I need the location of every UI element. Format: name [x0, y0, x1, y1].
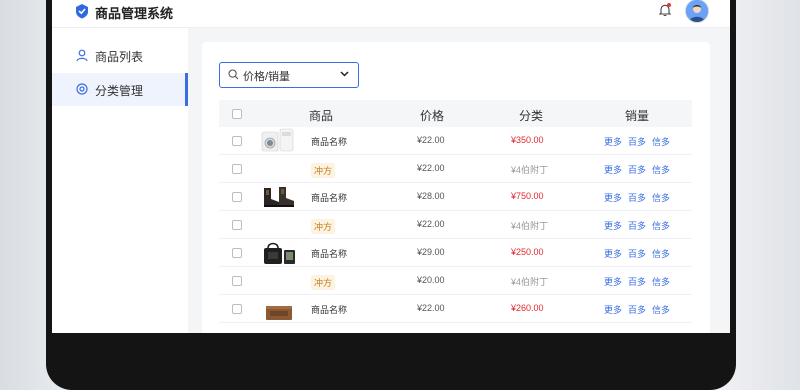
- bag-thumbnail: [264, 242, 295, 264]
- product-price: ¥20.00: [417, 275, 445, 285]
- main-panel: 价格/销量 商品 价格 分类 销量 商品名称 ¥22.00 ¥350.00 更多…: [202, 42, 710, 333]
- action-more-link[interactable]: 更多: [604, 275, 622, 288]
- product-category-value: ¥260.00: [511, 303, 544, 313]
- search-icon: [228, 69, 239, 80]
- app-screen: 商品管理系统 商品列表 分类管理 价格/销量 商品 价格 分类 销量 商品名称 …: [52, 0, 730, 333]
- action-link-3[interactable]: 信多: [652, 219, 670, 232]
- product-category-value: ¥750.00: [511, 191, 544, 201]
- logo-icon: [76, 4, 88, 19]
- row-checkbox[interactable]: [232, 248, 242, 258]
- sort-select-value: 价格/销量: [243, 71, 291, 83]
- select-all-checkbox[interactable]: [232, 109, 242, 119]
- action-more-link[interactable]: 更多: [604, 163, 622, 176]
- washing-machine-thumbnail: [261, 128, 294, 152]
- sidebar: 商品列表 分类管理: [52, 28, 188, 333]
- sort-select[interactable]: 价格/销量: [219, 62, 359, 88]
- product-category-value: ¥350.00: [511, 135, 544, 145]
- product-price: ¥22.00: [417, 303, 445, 313]
- action-more-link[interactable]: 更多: [604, 247, 622, 260]
- product-name: 商品名称: [311, 193, 348, 203]
- action-link-3[interactable]: 信多: [652, 247, 670, 260]
- action-link-2[interactable]: 百多: [628, 247, 646, 260]
- table-row: 冲方 ¥22.00 ¥4伯附丁 更多 百多 信多: [219, 211, 692, 239]
- product-category-value: ¥4伯附丁: [511, 165, 549, 175]
- avatar-person-icon: [686, 0, 708, 22]
- action-link-3[interactable]: 信多: [652, 191, 670, 204]
- product-price: ¥22.00: [417, 163, 445, 173]
- top-header: 商品管理系统: [52, 0, 730, 28]
- product-category-value: ¥4伯附丁: [511, 221, 549, 231]
- header-price: 价格: [420, 109, 445, 123]
- app-title: 商品管理系统: [95, 6, 174, 21]
- table-row: 商品名称 ¥29.00 ¥250.00 更多 百多 信多: [219, 239, 692, 267]
- action-link-2[interactable]: 百多: [628, 135, 646, 148]
- product-name: 商品名称: [311, 305, 348, 315]
- action-link-2[interactable]: 百多: [628, 303, 646, 316]
- action-more-link[interactable]: 更多: [604, 303, 622, 316]
- table-row: 商品名称 ¥22.00 ¥260.00 更多 百多 信多: [219, 295, 692, 323]
- action-link-3[interactable]: 信多: [652, 135, 670, 148]
- user-icon: [76, 49, 88, 62]
- sidebar-item-label: 商品列表: [95, 50, 144, 64]
- circle-target-icon: [76, 83, 88, 95]
- product-tag: 冲方: [311, 219, 336, 234]
- row-checkbox[interactable]: [232, 192, 242, 202]
- row-checkbox[interactable]: [232, 220, 242, 230]
- chevron-down-icon: [340, 71, 349, 77]
- product-tag: 冲方: [311, 163, 336, 178]
- product-table: 商品 价格 分类 销量 商品名称 ¥22.00 ¥350.00 更多 百多 信多…: [219, 100, 692, 323]
- sidebar-item-label: 分类管理: [95, 84, 144, 98]
- row-checkbox[interactable]: [232, 136, 242, 146]
- sidebar-item-product-list[interactable]: 商品列表: [52, 39, 188, 72]
- action-link-2[interactable]: 百多: [628, 275, 646, 288]
- action-link-2[interactable]: 百多: [628, 219, 646, 232]
- row-checkbox[interactable]: [232, 164, 242, 174]
- product-price: ¥22.00: [417, 135, 445, 145]
- action-more-link[interactable]: 更多: [604, 219, 622, 232]
- table-row: 商品名称 ¥28.00 ¥750.00 更多 百多 信多: [219, 183, 692, 211]
- header-category: 分类: [519, 109, 544, 123]
- row-checkbox[interactable]: [232, 276, 242, 286]
- product-name: 商品名称: [311, 137, 348, 147]
- table-row: 冲方 ¥20.00 ¥4伯附丁 更多 百多 信多: [219, 267, 692, 295]
- product-name: 商品名称: [311, 249, 348, 259]
- product-price: ¥28.00: [417, 191, 445, 201]
- product-category-value: ¥4伯附丁: [511, 277, 549, 287]
- product-price: ¥22.00: [417, 219, 445, 229]
- action-link-2[interactable]: 百多: [628, 163, 646, 176]
- action-more-link[interactable]: 更多: [604, 191, 622, 204]
- row-checkbox[interactable]: [232, 304, 242, 314]
- avatar[interactable]: [685, 0, 709, 23]
- notification-dot: [667, 3, 671, 7]
- table-row: 冲方 ¥22.00 ¥4伯附丁 更多 百多 信多: [219, 155, 692, 183]
- action-link-2[interactable]: 百多: [628, 191, 646, 204]
- product-category-value: ¥250.00: [511, 247, 544, 257]
- table-header: 商品 价格 分类 销量: [219, 100, 692, 127]
- action-link-3[interactable]: 信多: [652, 163, 670, 176]
- action-more-link[interactable]: 更多: [604, 135, 622, 148]
- table-row: 商品名称 ¥22.00 ¥350.00 更多 百多 信多: [219, 127, 692, 155]
- product-price: ¥29.00: [417, 247, 445, 257]
- boots-thumbnail: [264, 187, 294, 207]
- action-link-3[interactable]: 信多: [652, 275, 670, 288]
- header-product: 商品: [309, 109, 334, 123]
- box-thumbnail: [266, 306, 292, 320]
- product-tag: 冲方: [311, 275, 336, 290]
- sidebar-item-category-management[interactable]: 分类管理: [52, 73, 188, 106]
- action-link-3[interactable]: 信多: [652, 303, 670, 316]
- header-sales: 销量: [625, 109, 650, 123]
